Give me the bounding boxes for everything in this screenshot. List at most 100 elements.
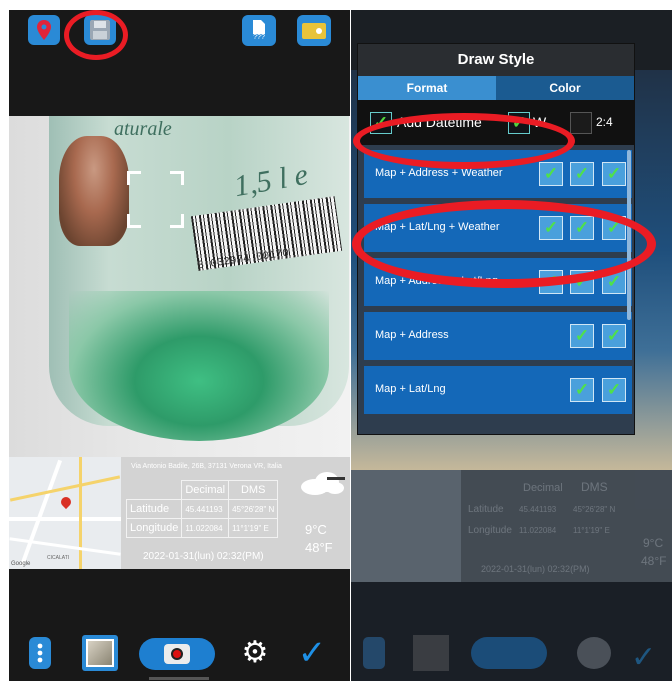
coord-header-empty	[126, 480, 183, 500]
document-icon	[253, 19, 265, 34]
focus-corner-bl	[127, 214, 141, 228]
faded-cell: 45.441193	[519, 505, 557, 514]
list-item-label: Map + Address	[375, 329, 449, 341]
coord-cell: 11°1'19" E	[228, 518, 279, 538]
temperature-fahrenheit: 48°F	[305, 540, 333, 555]
options-row: ✓ Add Datetime ✓ W 2:4	[358, 100, 634, 145]
add-datetime-label: Add Datetime	[397, 114, 482, 130]
map-place-label: CICALATI	[47, 555, 70, 561]
faded-temp-c: 9°C	[643, 536, 664, 550]
faded-cell: 11°1'19" E	[573, 526, 610, 535]
ratio-checkbox[interactable]	[570, 112, 592, 134]
focus-corner-br	[170, 214, 184, 228]
location-pin-icon	[37, 20, 51, 40]
list-item-label: Map + Lat/Lng + Weather	[375, 221, 500, 233]
label-button[interactable]	[297, 15, 331, 46]
add-datetime-checkbox[interactable]: ✓	[370, 112, 392, 134]
label-text-top: aturale	[114, 118, 172, 140]
save-icon	[90, 20, 110, 40]
item-checkbox[interactable]: ✓	[539, 162, 563, 186]
item-checkbox[interactable]: ✓	[602, 216, 626, 240]
faded-temp-f: 48°F	[641, 554, 667, 568]
dialog-tabs: Format Color	[358, 76, 634, 100]
label-portrait	[59, 136, 129, 246]
dialog-title: Draw Style	[358, 44, 634, 76]
faded-cell: 45°26'28" N	[573, 505, 616, 514]
list-item-map-latlng-weather[interactable]: Map + Lat/Lng + Weather ✓ ✓ ✓	[364, 204, 632, 252]
list-item-map-address-weather[interactable]: Map + Address + Weather ✓ ✓ ✓	[364, 150, 632, 198]
background-stamp: Decimal DMS Latitude 45.441193 45°26'28"…	[351, 470, 672, 582]
bottle-neck	[69, 291, 329, 441]
document-button[interactable]: ???	[242, 15, 276, 46]
coord-header-dms: DMS	[228, 480, 279, 500]
item-checkbox[interactable]: ✓	[602, 162, 626, 186]
capture-button[interactable]	[139, 638, 215, 670]
camera-icon	[164, 644, 190, 664]
geo-stamp: Google CICALATI Via Antonio Badile, 26B,…	[9, 457, 350, 569]
item-checkbox[interactable]: ✓	[602, 270, 626, 294]
item-checkbox[interactable]: ✓	[539, 270, 563, 294]
item-checkbox[interactable]: ✓	[570, 324, 594, 348]
coordinates-table: Decimal DMS Latitude 45.441193 45°26'28"…	[125, 480, 279, 538]
coord-row-label: Latitude	[125, 499, 183, 519]
check-icon: ✓	[373, 113, 389, 132]
gear-icon: ⚙	[241, 636, 269, 669]
stamp-map: Google CICALATI	[9, 457, 121, 569]
faded-datetime: 2022-01-31(lun) 02:32(PM)	[481, 564, 590, 574]
list-item-label: Map + Address + Weather	[375, 167, 503, 179]
faded-cell: 11.022084	[519, 526, 557, 535]
map-attribution: Google	[11, 561, 31, 567]
location-pin-button[interactable]	[28, 15, 60, 45]
tab-format[interactable]: Format	[358, 76, 496, 100]
item-checkbox[interactable]: ✓	[539, 216, 563, 240]
faded-header-dms: DMS	[581, 480, 608, 494]
stamp-address: Via Antonio Badile, 26B, 37131 Verona VR…	[131, 463, 282, 470]
check-icon: ✓	[297, 634, 327, 672]
focus-corner-tr	[170, 171, 184, 185]
label-icon	[302, 22, 326, 39]
tab-color[interactable]: Color	[496, 76, 634, 100]
gallery-icon	[86, 639, 114, 667]
camera-screen: ??? aturale 1,5 l e 8 032974 00170 Googl…	[9, 10, 350, 681]
temperature-celsius: 9°C	[305, 522, 327, 537]
item-checkbox[interactable]: ✓	[570, 270, 594, 294]
draw-style-dialog: Draw Style Format Color ✓ Add Datetime ✓…	[357, 43, 635, 435]
list-item-map-address[interactable]: Map + Address ✓ ✓	[364, 312, 632, 360]
bottom-handle	[149, 677, 209, 680]
coord-cell: 45°26'28" N	[228, 499, 279, 519]
faded-header-decimal: Decimal	[523, 482, 563, 494]
draw-style-screen: Decimal DMS Latitude 45.441193 45°26'28"…	[351, 10, 672, 681]
w-label: W	[533, 114, 547, 130]
list-item-map-latlng[interactable]: Map + Lat/Lng ✓ ✓	[364, 366, 632, 414]
list-item-map-address-latlng[interactable]: Map + Address + Lat/Lng ✓ ✓ ✓	[364, 258, 632, 306]
menu-icon	[37, 643, 43, 663]
ratio-label: 2:4	[596, 115, 613, 129]
item-checkbox[interactable]: ✓	[570, 216, 594, 240]
menu-button[interactable]	[29, 637, 51, 669]
faded-row-label: Latitude	[468, 504, 504, 515]
scrollbar[interactable]	[627, 150, 631, 320]
settings-button[interactable]: ⚙	[238, 636, 272, 670]
coord-cell: 11.022084	[181, 518, 230, 538]
w-checkbox[interactable]: ✓	[508, 112, 530, 134]
document-icon-label: ???	[253, 33, 265, 41]
item-checkbox[interactable]: ✓	[602, 378, 626, 402]
cloud-icon	[301, 472, 345, 495]
camera-preview[interactable]: aturale 1,5 l e 8 032974 00170	[9, 116, 350, 462]
item-checkbox[interactable]: ✓	[570, 378, 594, 402]
stamp-datetime: 2022-01-31(lun) 02:32(PM)	[143, 551, 264, 562]
list-item-label: Map + Lat/Lng	[375, 383, 446, 395]
focus-corner-tl	[127, 171, 141, 185]
save-button[interactable]	[84, 15, 116, 45]
gallery-button[interactable]	[82, 635, 118, 671]
coord-header-decimal: Decimal	[181, 480, 230, 500]
item-checkbox[interactable]: ✓	[570, 162, 594, 186]
item-checkbox[interactable]: ✓	[602, 324, 626, 348]
coord-cell: 45.441193	[181, 499, 230, 519]
map-pin-icon	[58, 494, 74, 510]
coord-row-label: Longitude	[125, 518, 183, 538]
list-item-label: Map + Address + Lat/Lng	[375, 275, 498, 287]
faded-row-label: Longitude	[468, 525, 512, 536]
check-icon: ✓	[511, 113, 527, 132]
confirm-button[interactable]: ✓	[292, 636, 332, 670]
